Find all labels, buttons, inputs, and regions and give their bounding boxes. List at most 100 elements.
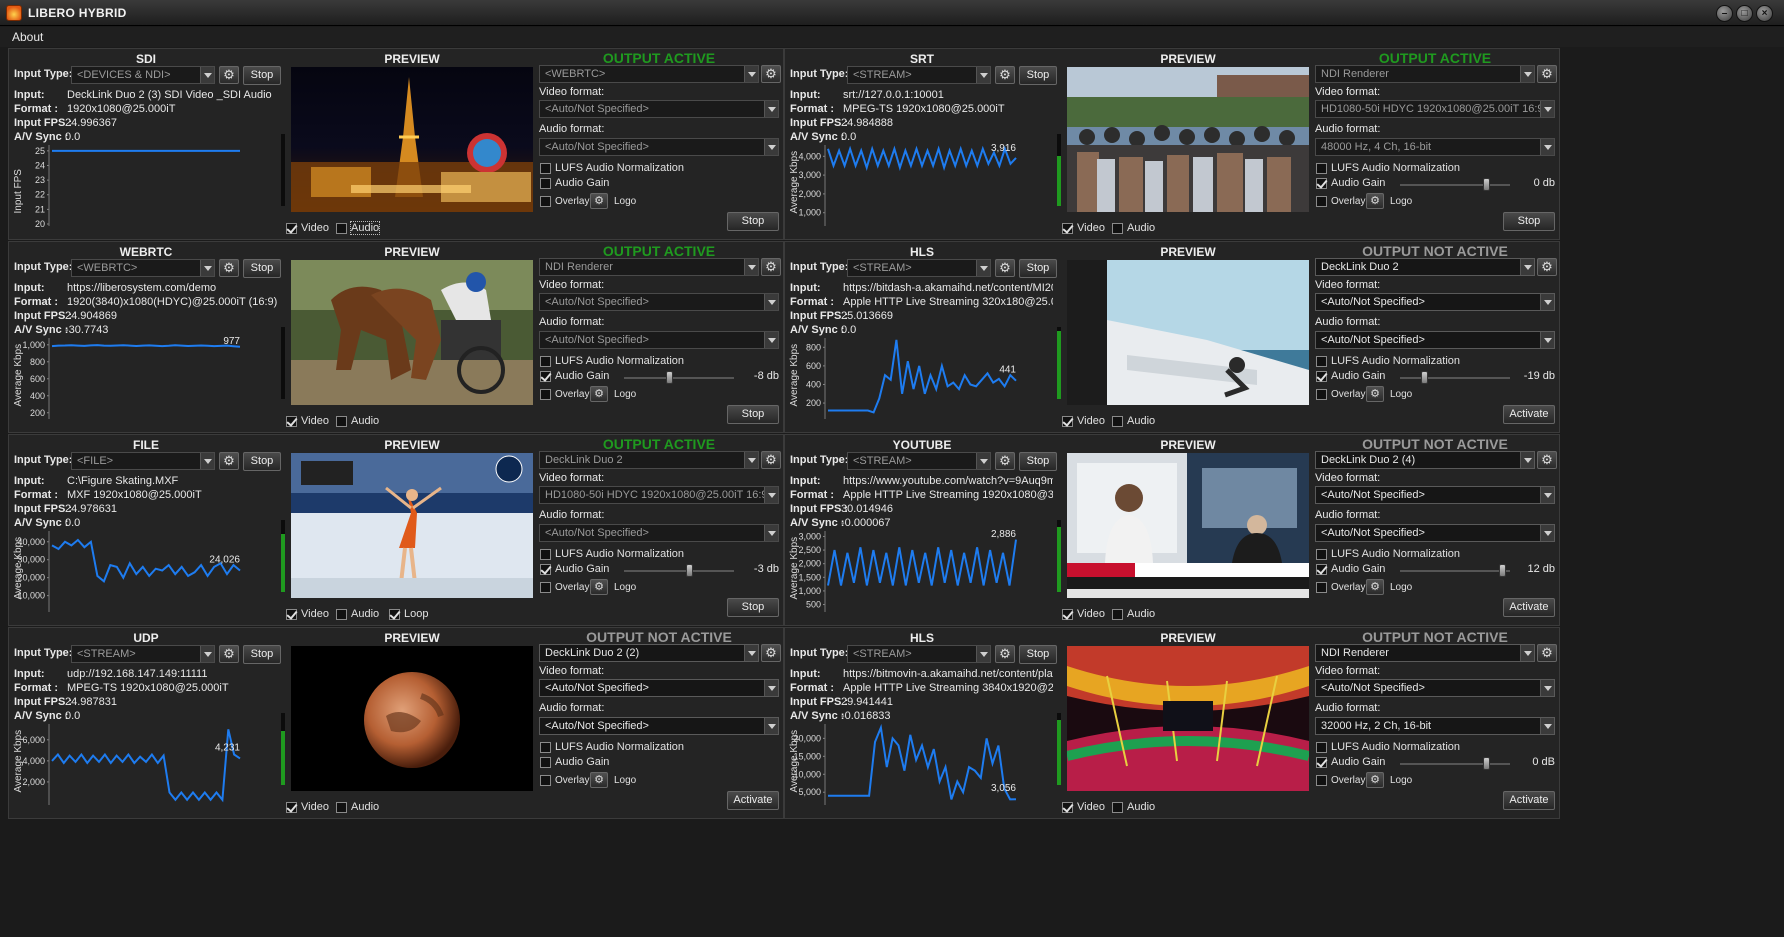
audio-format-select[interactable]: <Auto/Not Specified> <box>539 331 779 349</box>
audio-gain-slider-track[interactable] <box>1400 763 1510 765</box>
output-device-select[interactable]: DeckLink Duo 2 (4) <box>1315 451 1535 469</box>
output-action-button[interactable]: Activate <box>1503 405 1555 424</box>
video-format-select[interactable]: HD1080-50i HDYC 1920x1080@25.00iT 16:9 <box>539 486 779 504</box>
video-format-select[interactable]: <Auto/Not Specified> <box>539 293 779 311</box>
source-settings-gear-icon[interactable]: ⚙ <box>219 452 239 470</box>
video-checkbox[interactable] <box>1062 609 1073 620</box>
audio-gain-slider-thumb[interactable] <box>1483 757 1490 770</box>
output-device-select[interactable]: DeckLink Duo 2 <box>539 451 759 469</box>
output-action-button[interactable]: Stop <box>1503 212 1555 231</box>
audio-format-select[interactable]: <Auto/Not Specified> <box>1315 524 1555 542</box>
output-action-button[interactable]: Stop <box>727 405 779 424</box>
maximize-button[interactable]: □ <box>1736 5 1753 22</box>
video-format-select[interactable]: <Auto/Not Specified> <box>1315 486 1555 504</box>
output-device-select[interactable]: <WEBRTC> <box>539 65 759 83</box>
output-settings-gear-icon[interactable]: ⚙ <box>761 644 781 662</box>
lufs-checkbox[interactable] <box>540 549 551 560</box>
overlay-checkbox[interactable] <box>1316 389 1327 400</box>
video-checkbox[interactable] <box>1062 416 1073 427</box>
audio-checkbox[interactable] <box>336 416 347 427</box>
video-checkbox[interactable] <box>1062 223 1073 234</box>
audio-gain-checkbox[interactable] <box>540 564 551 575</box>
audio-gain-slider-thumb[interactable] <box>1499 564 1506 577</box>
audio-format-select[interactable]: 48000 Hz, 4 Ch, 16-bit <box>1315 138 1555 156</box>
overlay-checkbox[interactable] <box>1316 196 1327 207</box>
input-type-select[interactable]: <FILE> <box>71 452 215 470</box>
video-format-select[interactable]: <Auto/Not Specified> <box>1315 293 1555 311</box>
source-stop-button[interactable]: Stop <box>1019 452 1057 471</box>
output-action-button[interactable]: Stop <box>727 598 779 617</box>
input-type-select[interactable]: <STREAM> <box>847 66 991 84</box>
audio-gain-slider-thumb[interactable] <box>1421 371 1428 384</box>
lufs-checkbox[interactable] <box>540 356 551 367</box>
input-type-select[interactable]: <STREAM> <box>847 645 991 663</box>
output-settings-gear-icon[interactable]: ⚙ <box>1537 644 1557 662</box>
audio-gain-checkbox[interactable] <box>1316 757 1327 768</box>
output-settings-gear-icon[interactable]: ⚙ <box>1537 65 1557 83</box>
audio-gain-checkbox[interactable] <box>1316 371 1327 382</box>
video-format-select[interactable]: <Auto/Not Specified> <box>539 679 779 697</box>
output-action-button[interactable]: Activate <box>727 791 779 810</box>
output-action-button[interactable]: Activate <box>1503 598 1555 617</box>
overlay-checkbox[interactable] <box>1316 582 1327 593</box>
source-stop-button[interactable]: Stop <box>1019 645 1057 664</box>
lufs-checkbox[interactable] <box>1316 356 1327 367</box>
input-type-select[interactable]: <DEVICES & NDI> <box>71 66 215 84</box>
output-settings-gear-icon[interactable]: ⚙ <box>761 258 781 276</box>
source-stop-button[interactable]: Stop <box>243 66 281 85</box>
close-button[interactable]: × <box>1756 5 1773 22</box>
source-stop-button[interactable]: Stop <box>243 452 281 471</box>
source-settings-gear-icon[interactable]: ⚙ <box>995 259 1015 277</box>
input-type-select[interactable]: <WEBRTC> <box>71 259 215 277</box>
lufs-checkbox[interactable] <box>540 742 551 753</box>
output-settings-gear-icon[interactable]: ⚙ <box>761 65 781 83</box>
input-type-select[interactable]: <STREAM> <box>71 645 215 663</box>
audio-gain-checkbox[interactable] <box>540 178 551 189</box>
video-checkbox[interactable] <box>286 223 297 234</box>
audio-gain-checkbox[interactable] <box>1316 178 1327 189</box>
source-stop-button[interactable]: Stop <box>243 259 281 278</box>
audio-gain-slider-thumb[interactable] <box>686 564 693 577</box>
audio-checkbox[interactable] <box>1112 802 1123 813</box>
audio-gain-checkbox[interactable] <box>540 371 551 382</box>
video-checkbox[interactable] <box>286 609 297 620</box>
audio-gain-slider-track[interactable] <box>624 570 734 572</box>
audio-format-select[interactable]: <Auto/Not Specified> <box>539 717 779 735</box>
overlay-checkbox[interactable] <box>540 389 551 400</box>
lufs-checkbox[interactable] <box>1316 163 1327 174</box>
audio-checkbox[interactable] <box>336 609 347 620</box>
output-device-select[interactable]: NDI Renderer <box>1315 65 1535 83</box>
audio-gain-slider-track[interactable] <box>1400 184 1510 186</box>
source-settings-gear-icon[interactable]: ⚙ <box>219 66 239 84</box>
overlay-checkbox[interactable] <box>540 775 551 786</box>
audio-gain-slider-thumb[interactable] <box>666 371 673 384</box>
overlay-checkbox[interactable] <box>1316 775 1327 786</box>
overlay-settings-gear-icon[interactable]: ⚙ <box>1366 193 1384 209</box>
output-action-button[interactable]: Activate <box>1503 791 1555 810</box>
source-settings-gear-icon[interactable]: ⚙ <box>995 645 1015 663</box>
overlay-settings-gear-icon[interactable]: ⚙ <box>590 193 608 209</box>
lufs-checkbox[interactable] <box>540 163 551 174</box>
input-type-select[interactable]: <STREAM> <box>847 259 991 277</box>
audio-gain-checkbox[interactable] <box>540 757 551 768</box>
audio-format-select[interactable]: <Auto/Not Specified> <box>539 138 779 156</box>
video-format-select[interactable]: <Auto/Not Specified> <box>539 100 779 118</box>
audio-gain-slider-thumb[interactable] <box>1483 178 1490 191</box>
source-settings-gear-icon[interactable]: ⚙ <box>219 645 239 663</box>
source-stop-button[interactable]: Stop <box>243 645 281 664</box>
video-checkbox[interactable] <box>286 416 297 427</box>
lufs-checkbox[interactable] <box>1316 742 1327 753</box>
source-settings-gear-icon[interactable]: ⚙ <box>995 66 1015 84</box>
output-device-select[interactable]: DeckLink Duo 2 (2) <box>539 644 759 662</box>
video-format-select[interactable]: <Auto/Not Specified> <box>1315 679 1555 697</box>
audio-gain-slider-track[interactable] <box>1400 570 1510 572</box>
overlay-settings-gear-icon[interactable]: ⚙ <box>1366 386 1384 402</box>
audio-format-select[interactable]: <Auto/Not Specified> <box>539 524 779 542</box>
audio-format-select[interactable]: <Auto/Not Specified> <box>1315 331 1555 349</box>
source-stop-button[interactable]: Stop <box>1019 66 1057 85</box>
output-device-select[interactable]: NDI Renderer <box>539 258 759 276</box>
lufs-checkbox[interactable] <box>1316 549 1327 560</box>
output-settings-gear-icon[interactable]: ⚙ <box>1537 451 1557 469</box>
audio-checkbox[interactable] <box>1112 416 1123 427</box>
overlay-settings-gear-icon[interactable]: ⚙ <box>590 772 608 788</box>
